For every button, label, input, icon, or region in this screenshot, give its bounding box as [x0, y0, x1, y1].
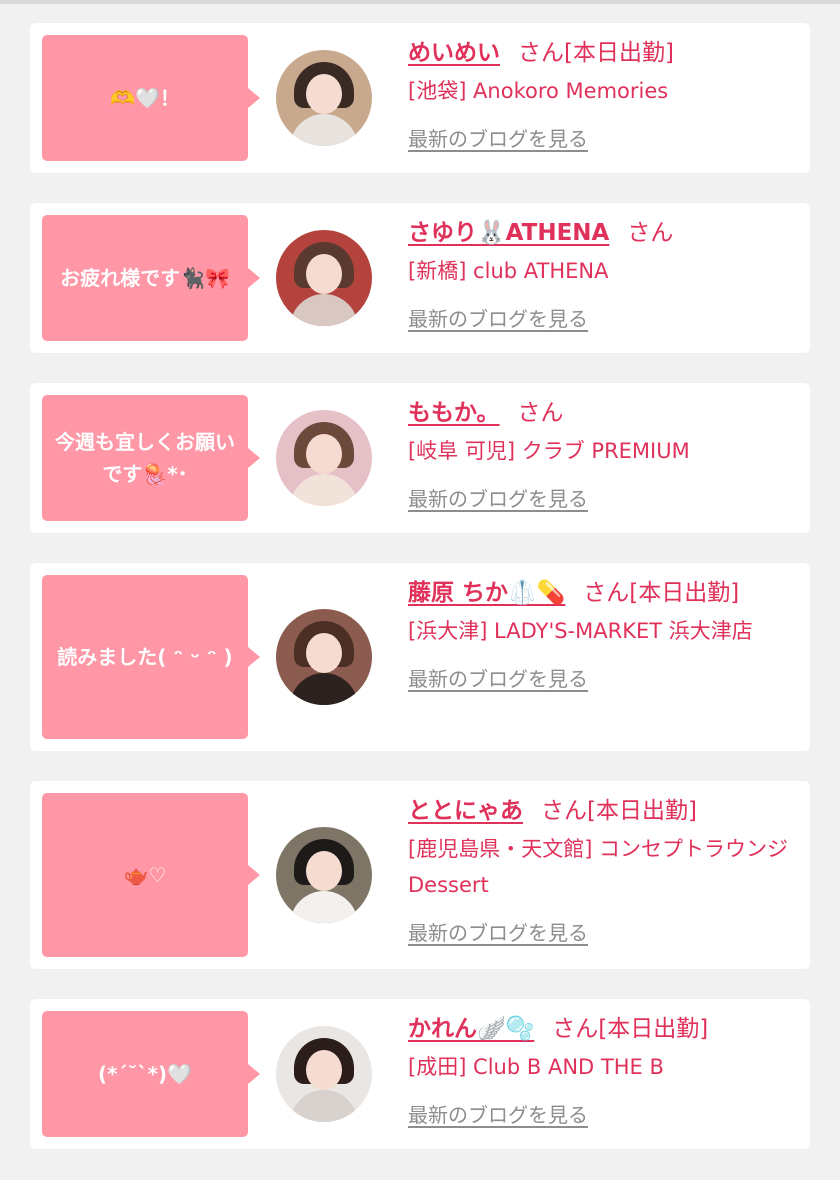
shop-name: [浜大津] LADY'S-MARKET 浜大津店 [408, 619, 753, 643]
cast-name-link[interactable]: めいめい [408, 40, 500, 66]
attendance-status: [本日出勤] [564, 40, 674, 66]
list-item: 🫶🤍！ めいめい さん[本日出勤] [池袋] Anokoro Memories 最… [30, 23, 810, 173]
avatar-face [306, 254, 342, 294]
message-bubble-wrap: (*ˊ˘ˋ*)🤍 [42, 1011, 260, 1137]
avatar[interactable] [276, 827, 372, 923]
latest-blog-link[interactable]: 最新のブログを見る [408, 663, 588, 692]
avatar-body [290, 474, 358, 506]
name-line: かれん🪽🫧 さん[本日出勤] [408, 1013, 798, 1045]
name-line: さゆり🐰ATHENA さん [408, 217, 798, 249]
entry-info: ととにゃあ さん[本日出勤] [鹿児島県・天文館] コンセプトラウンジ Desse… [400, 793, 798, 957]
avatar-face [306, 633, 342, 673]
message-bubble-wrap: 今週も宜しくお願いです🪼*･ [42, 395, 260, 521]
name-line: めいめい さん[本日出勤] [408, 37, 798, 69]
top-divider [0, 0, 840, 4]
avatar-face [306, 851, 342, 891]
entry-info: 藤原 ちか🥼💊 さん[本日出勤] [浜大津] LADY'S-MARKET 浜大津店… [400, 575, 798, 739]
message-bubble: お疲れ様です🐈‍⬛🎀 [42, 215, 260, 341]
entry-info: さゆり🐰ATHENA さん [新橋] club ATHENA 最新のブログを見る [400, 215, 798, 341]
list-item: 読みました( ᵔ ᵕ ᵔ ) 藤原 ちか🥼💊 さん[本日出勤] [浜大津] LAD… [30, 563, 810, 751]
avatar-face [306, 434, 342, 474]
shop-name: [池袋] Anokoro Memories [408, 79, 669, 103]
message-bubble-wrap: 🫶🤍！ [42, 35, 260, 161]
avatar-face [306, 1050, 342, 1090]
list-item: (*ˊ˘ˋ*)🤍 かれん🪽🫧 さん[本日出勤] [成田] Club B AND T… [30, 999, 810, 1149]
honorific: さん [541, 798, 587, 824]
name-line: ととにゃあ さん[本日出勤] [408, 795, 798, 827]
latest-blog-link[interactable]: 最新のブログを見る [408, 917, 588, 946]
shop-name: [新橋] club ATHENA [408, 259, 609, 283]
message-bubble-wrap: 🫖♡ [42, 793, 260, 957]
message-bubble: 🫶🤍！ [42, 35, 260, 161]
honorific: さん [583, 580, 630, 606]
honorific: さん [517, 400, 564, 426]
honorific: さん [552, 1016, 599, 1042]
message-bubble-wrap: お疲れ様です🐈‍⬛🎀 [42, 215, 260, 341]
list-item: 今週も宜しくお願いです🪼*･ ももか。 さん [岐阜 可児] クラブ PREMIU… [30, 383, 810, 533]
avatar-col [248, 1011, 400, 1137]
message-bubble: 読みました( ᵔ ᵕ ᵔ ) [42, 575, 260, 739]
latest-blog-link[interactable]: 最新のブログを見る [408, 303, 588, 332]
avatar-body [290, 891, 358, 923]
avatar-face [306, 74, 342, 114]
entry-info: めいめい さん[本日出勤] [池袋] Anokoro Memories 最新のブロ… [400, 35, 798, 161]
blog-list: 🫶🤍！ めいめい さん[本日出勤] [池袋] Anokoro Memories 最… [30, 23, 810, 1179]
message-bubble: 🫖♡ [42, 793, 260, 957]
avatar-col [248, 793, 400, 957]
entry-info: ももか。 さん [岐阜 可児] クラブ PREMIUM 最新のブログを見る [400, 395, 798, 521]
attendance-status: [本日出勤] [629, 580, 740, 606]
cast-name-link[interactable]: ももか。 [408, 400, 500, 426]
avatar-body [290, 294, 358, 326]
cast-name-link[interactable]: さゆり🐰ATHENA [408, 220, 609, 246]
list-item: お疲れ様です🐈‍⬛🎀 さゆり🐰ATHENA さん [新橋] club ATHENA… [30, 203, 810, 353]
latest-blog-link[interactable]: 最新のブログを見る [408, 123, 588, 152]
avatar-col [248, 575, 400, 739]
attendance-status: [本日出勤] [598, 1016, 709, 1042]
latest-blog-link[interactable]: 最新のブログを見る [408, 483, 588, 512]
latest-blog-link[interactable]: 最新のブログを見る [408, 1099, 588, 1128]
avatar[interactable] [276, 609, 372, 705]
avatar-col [248, 215, 400, 341]
avatar[interactable] [276, 1026, 372, 1122]
shop-name: [鹿児島県・天文館] コンセプトラウンジ Dessert [408, 837, 789, 897]
message-bubble-wrap: 読みました( ᵔ ᵕ ᵔ ) [42, 575, 260, 739]
name-line: ももか。 さん [408, 397, 798, 429]
honorific: さん [627, 220, 674, 246]
shop-name: [成田] Club B AND THE B [408, 1055, 664, 1079]
avatar-col [248, 35, 400, 161]
message-bubble: (*ˊ˘ˋ*)🤍 [42, 1011, 260, 1137]
cast-name-link[interactable]: 藤原 ちか🥼💊 [408, 580, 565, 606]
list-item: 🫖♡ ととにゃあ さん[本日出勤] [鹿児島県・天文館] コンセプトラウンジ De… [30, 781, 810, 969]
cast-name-link[interactable]: ととにゃあ [408, 798, 523, 824]
attendance-status: [本日出勤] [587, 798, 697, 824]
cast-name-link[interactable]: かれん🪽🫧 [408, 1016, 534, 1042]
message-bubble: 今週も宜しくお願いです🪼*･ [42, 395, 260, 521]
entry-info: かれん🪽🫧 さん[本日出勤] [成田] Club B AND THE B 最新のブ… [400, 1011, 798, 1137]
avatar-body [290, 673, 358, 705]
shop-name: [岐阜 可児] クラブ PREMIUM [408, 439, 690, 463]
avatar-body [290, 1090, 358, 1122]
avatar[interactable] [276, 410, 372, 506]
avatar-col [248, 395, 400, 521]
avatar-body [290, 114, 358, 146]
avatar[interactable] [276, 50, 372, 146]
name-line: 藤原 ちか🥼💊 さん[本日出勤] [408, 577, 798, 609]
avatar[interactable] [276, 230, 372, 326]
honorific: さん [518, 40, 564, 66]
